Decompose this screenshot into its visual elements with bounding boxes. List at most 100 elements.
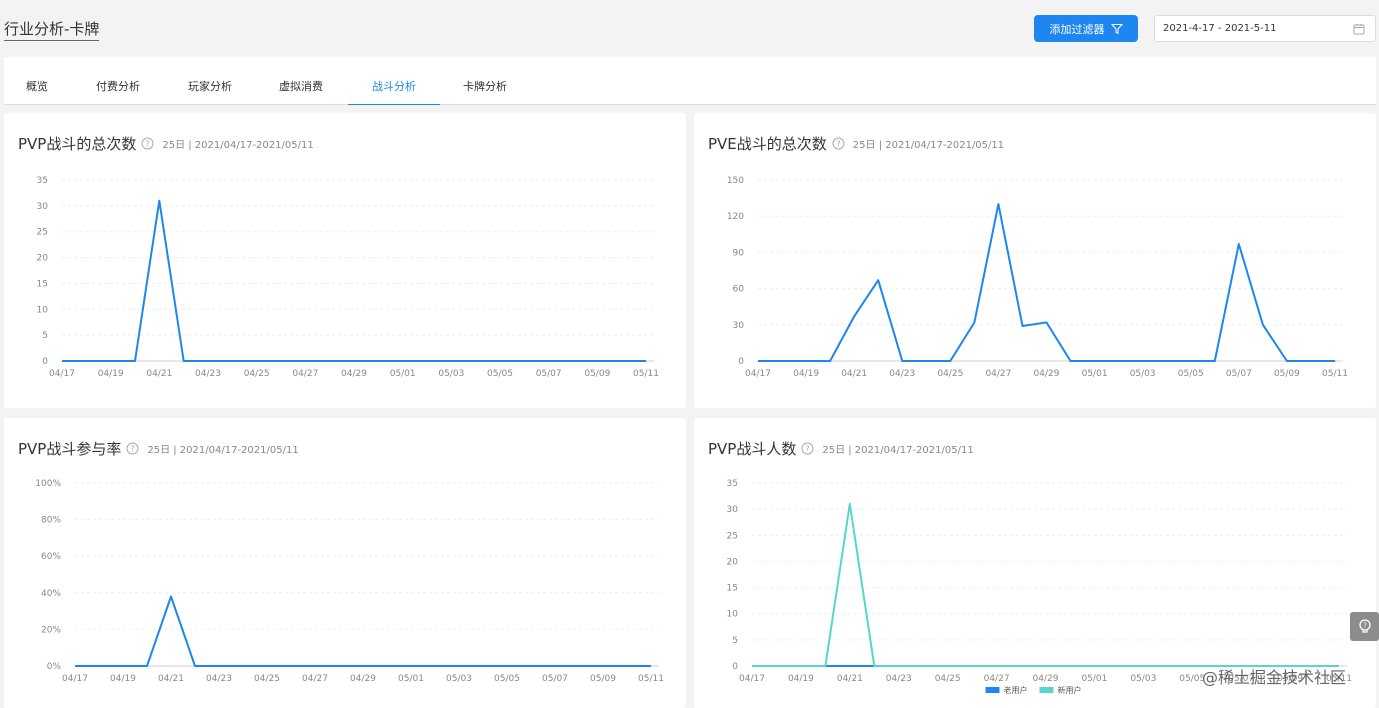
tab-label: 付费分析 [96, 80, 140, 93]
y-tick-label: 15 [727, 584, 738, 594]
x-tick-label: 04/29 [341, 369, 367, 379]
x-tick-label: 05/11 [638, 674, 664, 684]
x-tick-label: 04/21 [837, 674, 863, 684]
series-line-0 [75, 595, 651, 667]
x-tick-label: 05/09 [584, 369, 610, 379]
x-tick-label: 05/09 [590, 674, 616, 684]
tab-label: 战斗分析 [372, 80, 416, 93]
x-tick-label: 04/21 [158, 674, 184, 684]
x-tick-label: 04/25 [244, 369, 270, 379]
x-tick-label: 05/01 [1082, 369, 1108, 379]
add-filter-button[interactable]: 添加过滤器 [1034, 15, 1138, 42]
y-tick-label: 10 [37, 305, 49, 315]
lightbulb-icon: ? [1358, 618, 1371, 633]
x-tick-label: 05/05 [487, 369, 513, 379]
y-tick-label: 0 [42, 357, 48, 367]
x-tick-label: 04/27 [984, 674, 1010, 684]
y-tick-label: 0 [738, 357, 744, 367]
x-tick-label: 04/29 [350, 674, 376, 684]
y-tick-label: 40% [41, 589, 61, 599]
add-filter-label: 添加过滤器 [1049, 22, 1105, 36]
y-tick-label: 20 [727, 557, 739, 567]
x-tick-label: 05/03 [1130, 369, 1156, 379]
x-tick-label: 04/29 [1034, 369, 1060, 379]
y-tick-label: 30 [37, 202, 49, 212]
y-tick-label: 35 [37, 176, 48, 186]
tab-label: 玩家分析 [188, 80, 232, 93]
pvp-total-chart: 0 5 10 15 20 25 30 35 04/17 04/19 04/21 04/23 04/25 0… [37, 176, 659, 379]
y-tick-label: 5 [732, 636, 738, 646]
x-tick-label: 04/17 [49, 369, 75, 379]
y-tick-label: 35 [727, 479, 738, 489]
tab-cards[interactable]: 卡牌分析 [450, 57, 520, 104]
series-line-1 [752, 502, 1339, 667]
help-float-button[interactable]: ? [1350, 612, 1379, 641]
svg-text:?: ? [1363, 621, 1367, 629]
x-tick-label: 05/05 [1178, 369, 1204, 379]
legend-label: 老用户 [1004, 685, 1028, 695]
tab-label: 概览 [26, 80, 48, 93]
chart-card-pvp-total: PVP战斗的总次数 ? 25日 | 2021/04/17-2021/05/11 … [4, 113, 686, 408]
tab-label: 虚拟消费 [279, 80, 323, 93]
x-tick-label: 04/21 [146, 369, 172, 379]
page-title: 行业分析-卡牌 [4, 18, 100, 41]
tab-virtual-consumption[interactable]: 虚拟消费 [266, 57, 336, 104]
y-tick-label: 5 [42, 331, 48, 341]
y-tick-label: 25 [727, 531, 738, 541]
y-tick-label: 20% [41, 625, 61, 635]
series-line-0 [62, 199, 646, 362]
x-tick-label: 04/17 [745, 369, 771, 379]
tab-battle[interactable]: 战斗分析 [348, 57, 440, 105]
x-tick-label: 04/23 [195, 369, 221, 379]
pvp-rate-chart: 0% 20% 40% 60% 80% 100% 04/17 04/19 04/21 04/23 04… [35, 479, 664, 684]
x-tick-label: 05/01 [1081, 674, 1107, 684]
y-tick-label: 60% [41, 552, 61, 562]
x-tick-label: 04/17 [739, 674, 765, 684]
x-tick-label: 04/27 [302, 674, 328, 684]
tab-label: 卡牌分析 [463, 80, 507, 93]
x-tick-label: 04/27 [985, 369, 1011, 379]
y-tick-label: 25 [37, 228, 48, 238]
x-tick-label: 05/01 [398, 674, 424, 684]
x-tick-label: 05/09 [1274, 369, 1300, 379]
x-tick-label: 05/07 [536, 369, 562, 379]
y-tick-label: 60 [733, 285, 745, 295]
x-tick-label: 04/23 [206, 674, 232, 684]
date-range-picker[interactable]: 2021-4-17 - 2021-5-11 [1154, 15, 1376, 42]
x-tick-label: 04/17 [62, 674, 88, 684]
tab-payment[interactable]: 付费分析 [83, 57, 153, 104]
x-tick-label: 04/19 [788, 674, 814, 684]
x-tick-label: 04/27 [292, 369, 318, 379]
x-tick-label: 04/21 [841, 369, 867, 379]
y-tick-label: 100% [35, 479, 61, 489]
x-tick-label: 04/25 [254, 674, 280, 684]
y-tick-label: 10 [727, 610, 739, 620]
legend-swatch [985, 687, 1000, 693]
tab-overview[interactable]: 概览 [4, 57, 70, 104]
legend-swatch [1039, 687, 1054, 693]
series-line-0 [758, 203, 1335, 362]
x-tick-label: 04/19 [98, 369, 124, 379]
x-tick-label: 05/03 [446, 674, 472, 684]
chart-card-pve-total: PVE战斗的总次数 ? 25日 | 2021/04/17-2021/05/11 … [694, 113, 1376, 408]
x-tick-label: 04/19 [793, 369, 819, 379]
watermark: @稀土掘金技术社区 [1202, 668, 1347, 687]
tab-players[interactable]: 玩家分析 [175, 57, 245, 104]
x-tick-label: 04/25 [937, 369, 963, 379]
y-tick-label: 0 [732, 662, 738, 672]
x-tick-label: 05/07 [542, 674, 568, 684]
x-tick-label: 05/01 [390, 369, 416, 379]
chart-card-pvp-rate: PVP战斗参与率 ? 25日 | 2021/04/17-2021/05/11 0… [4, 418, 686, 708]
y-tick-label: 150 [727, 176, 744, 186]
y-tick-label: 20 [37, 254, 49, 264]
x-tick-label: 04/23 [889, 369, 915, 379]
x-tick-label: 05/11 [1322, 369, 1348, 379]
x-tick-label: 04/19 [110, 674, 136, 684]
tab-bar: 概览 付费分析 玩家分析 虚拟消费 战斗分析 卡牌分析 [4, 57, 1376, 105]
x-tick-label: 05/03 [438, 369, 464, 379]
date-range-value: 2021-4-17 - 2021-5-11 [1163, 23, 1277, 34]
y-tick-label: 30 [733, 321, 745, 331]
legend-label: 新用户 [1058, 685, 1082, 695]
pve-total-chart: 0 30 60 90 120 150 04/17 04/19 04/21 04/23 04/25 04… [727, 176, 1348, 379]
calendar-icon [1353, 24, 1365, 35]
